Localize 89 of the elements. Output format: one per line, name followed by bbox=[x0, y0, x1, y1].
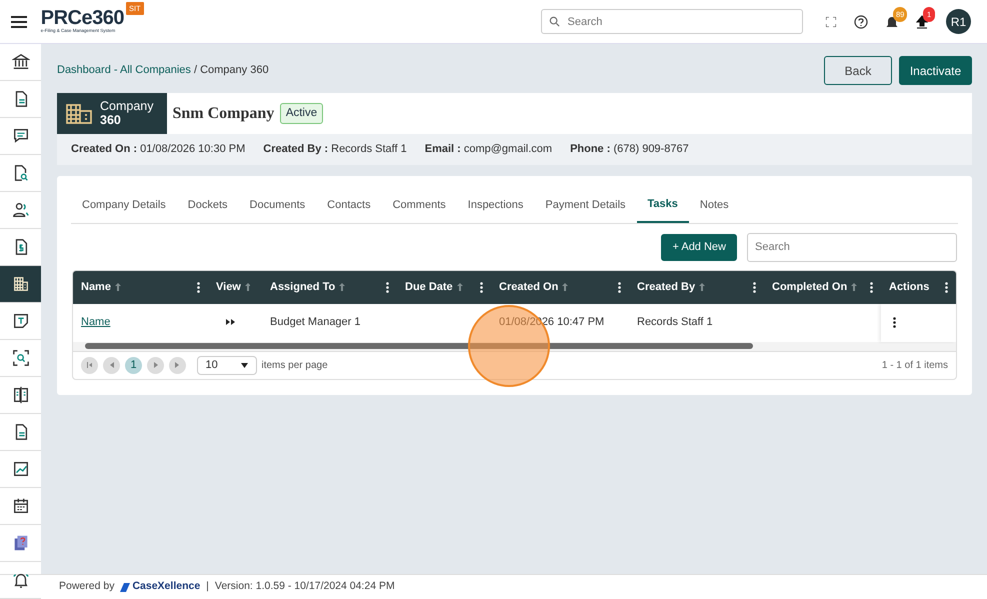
bank-icon[interactable] bbox=[12, 53, 30, 71]
column-header[interactable]: Actions bbox=[881, 270, 956, 304]
building-icon bbox=[66, 104, 92, 124]
skip-start-icon bbox=[87, 362, 92, 368]
building-icon[interactable] bbox=[12, 275, 30, 293]
column-header[interactable]: Completed On bbox=[764, 270, 881, 304]
detail-text: Created On : 01/08/2026 10:30 PM bbox=[71, 142, 246, 158]
status-badge: Active bbox=[280, 102, 324, 124]
more-options-icon[interactable] bbox=[945, 282, 948, 292]
task-name-link[interactable]: Name bbox=[81, 316, 110, 328]
add-new-button[interactable]: + Add New bbox=[661, 234, 737, 260]
detail-text: Created By : Records Staff 1 bbox=[263, 142, 407, 158]
chart-icon[interactable] bbox=[12, 460, 30, 478]
more-options-icon[interactable] bbox=[386, 282, 389, 292]
upload-icon[interactable] bbox=[916, 14, 928, 28]
view-icon[interactable] bbox=[226, 319, 235, 326]
logo-text: PRCe360 bbox=[40, 8, 124, 28]
bell-icon[interactable] bbox=[886, 14, 898, 28]
column-header[interactable]: Assigned To bbox=[262, 270, 397, 304]
note-icon[interactable] bbox=[12, 312, 30, 330]
previous-page-button[interactable] bbox=[103, 356, 120, 374]
chat-icon[interactable] bbox=[12, 127, 30, 145]
calendar-icon[interactable] bbox=[12, 497, 30, 515]
table-cell: Budget Manager 1 bbox=[270, 316, 361, 328]
tab[interactable]: Documents bbox=[238, 188, 316, 222]
more-options-icon[interactable] bbox=[893, 317, 896, 328]
inactivate-button[interactable]: Inactivate bbox=[899, 56, 972, 85]
pager-summary: 1 - 1 of 1 items bbox=[882, 358, 948, 372]
skip-end-icon bbox=[175, 362, 180, 368]
tab[interactable]: Notes bbox=[688, 188, 740, 222]
more-options-icon[interactable] bbox=[197, 282, 200, 292]
back-button[interactable]: Back bbox=[824, 56, 892, 85]
powered-by-text: Powered by bbox=[59, 579, 114, 594]
brand-name: CaseXellence bbox=[132, 579, 200, 594]
caret-right-icon bbox=[153, 362, 158, 368]
help-cards-icon[interactable] bbox=[12, 534, 30, 552]
tab[interactable]: Comments bbox=[382, 188, 457, 222]
column-header[interactable]: Created By bbox=[629, 270, 764, 304]
tab[interactable]: Payment Details bbox=[534, 188, 637, 222]
more-options-icon[interactable] bbox=[753, 282, 756, 292]
sort-arrow-icon[interactable] bbox=[339, 283, 346, 291]
sort-arrow-icon[interactable] bbox=[114, 283, 121, 291]
company-number: 360 bbox=[100, 114, 121, 127]
alarm-icon[interactable] bbox=[12, 571, 30, 589]
more-options-icon[interactable] bbox=[870, 282, 873, 292]
detail-text: Phone : (678) 909-8767 bbox=[570, 142, 689, 158]
detail-text: Email : comp@gmail.com bbox=[424, 142, 552, 158]
user-avatar[interactable]: R1 bbox=[946, 9, 971, 34]
more-options-icon[interactable] bbox=[480, 282, 483, 292]
company-name: Snm Company bbox=[172, 104, 274, 124]
breadcrumb-link[interactable]: Dashboard - All Companies bbox=[57, 64, 191, 76]
help-icon[interactable] bbox=[854, 14, 868, 28]
breadcrumb-current: / Company 360 bbox=[194, 64, 269, 76]
separator: | bbox=[206, 579, 209, 594]
search-field[interactable]: Search bbox=[747, 232, 957, 262]
search-icon bbox=[548, 16, 560, 27]
caret-icon bbox=[240, 362, 248, 368]
fullscreen-icon[interactable] bbox=[826, 16, 836, 26]
version-text: Version: 1.0.59 - 10/17/2024 04:24 PM bbox=[214, 579, 395, 594]
tab[interactable]: Dockets bbox=[176, 188, 239, 222]
tab[interactable]: Contacts bbox=[316, 188, 382, 222]
column-header[interactable]: Name bbox=[73, 270, 208, 304]
menu-icon[interactable] bbox=[11, 16, 27, 28]
page-size-select[interactable]: 10 bbox=[196, 356, 256, 374]
book-icon[interactable] bbox=[12, 386, 30, 404]
column-header[interactable]: Created On bbox=[491, 270, 629, 304]
column-header[interactable]: View bbox=[208, 270, 262, 304]
last-page-button[interactable] bbox=[169, 356, 186, 374]
sort-arrow-icon[interactable] bbox=[851, 283, 858, 291]
brand-logo-icon bbox=[120, 582, 130, 592]
company-label: Company bbox=[100, 100, 154, 114]
caret-left-icon bbox=[109, 362, 114, 368]
table-cell: Records Staff 1 bbox=[637, 316, 713, 328]
page-size-label: items per page bbox=[262, 358, 328, 372]
tab[interactable]: Company Details bbox=[71, 188, 177, 222]
first-page-button[interactable] bbox=[81, 356, 98, 374]
sort-arrow-icon[interactable] bbox=[456, 283, 463, 291]
people-icon[interactable] bbox=[12, 201, 30, 219]
search-field[interactable]: Search bbox=[540, 9, 802, 34]
sort-arrow-icon[interactable] bbox=[562, 283, 568, 291]
tab[interactable]: Tasks bbox=[636, 188, 689, 222]
page-button[interactable]: 1 bbox=[125, 356, 142, 374]
tab[interactable]: Inspections bbox=[456, 188, 534, 222]
more-options-icon[interactable] bbox=[618, 282, 621, 292]
scan-icon[interactable] bbox=[12, 349, 30, 367]
sort-arrow-icon[interactable] bbox=[244, 283, 250, 291]
sort-arrow-icon[interactable] bbox=[699, 283, 706, 291]
column-header[interactable]: Due Date bbox=[397, 270, 491, 304]
next-page-button[interactable] bbox=[147, 356, 164, 374]
